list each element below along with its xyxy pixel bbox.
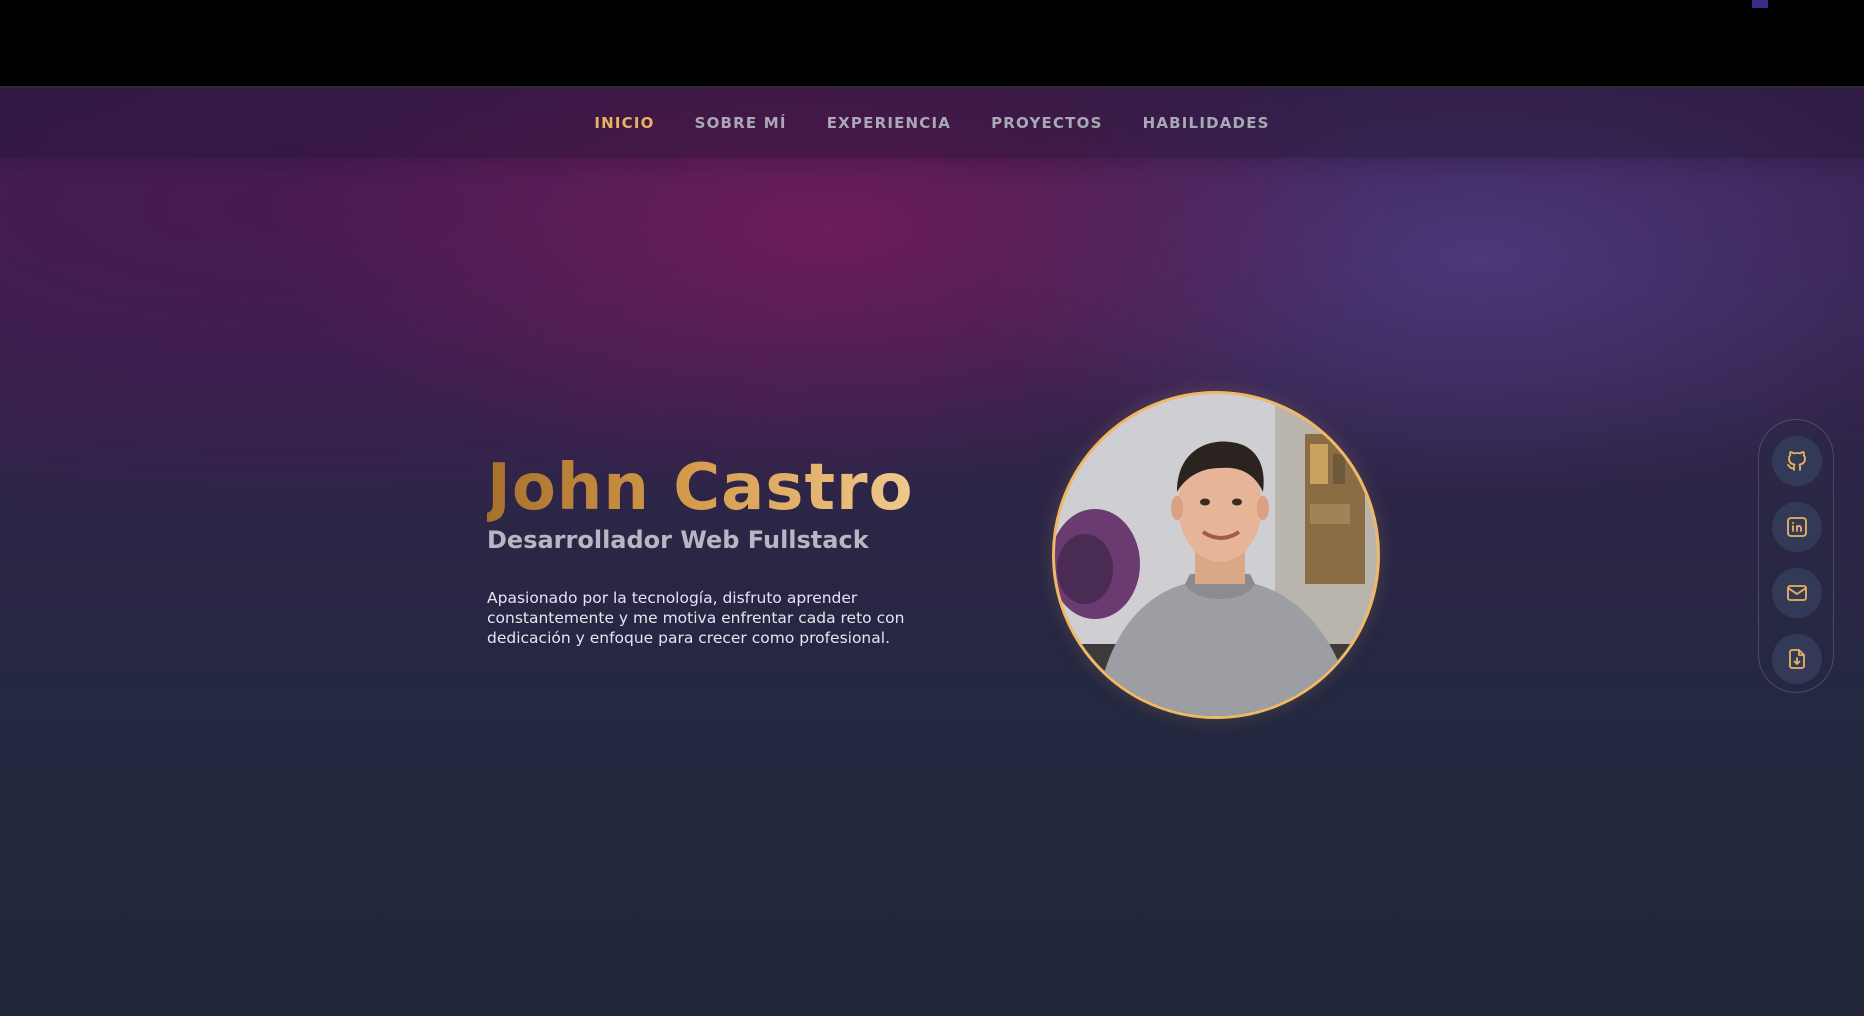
hero-bio: Apasionado por la tecnología, disfruto a… — [487, 589, 905, 647]
linkedin-icon — [1787, 517, 1807, 537]
social-links-rail — [1758, 419, 1834, 693]
email-button[interactable] — [1772, 568, 1822, 618]
corner-marker — [1752, 0, 1768, 8]
nav-item-experiencia[interactable]: EXPERIENCIA — [827, 114, 951, 132]
hero-name: John Castro — [487, 452, 947, 524]
nav-item-inicio[interactable]: INICIO — [594, 114, 654, 132]
main-navigation: INICIO SOBRE MÍ EXPERIENCIA PROYECTOS HA… — [0, 88, 1864, 158]
linkedin-button[interactable] — [1772, 502, 1822, 552]
github-icon — [1787, 451, 1806, 471]
hero-intro: John Castro Desarrollador Web Fullstack … — [487, 452, 947, 648]
hero-role: Desarrollador Web Fullstack — [487, 526, 869, 554]
top-black-bar — [0, 0, 1864, 88]
nav-item-sobre-mi[interactable]: SOBRE MÍ — [695, 114, 787, 132]
profile-photo-illustration — [1055, 394, 1377, 716]
nav-item-habilidades[interactable]: HABILIDADES — [1143, 114, 1270, 132]
profile-photo — [1052, 391, 1380, 719]
download-cv-button[interactable] — [1772, 634, 1822, 684]
file-download-icon — [1789, 649, 1805, 669]
nav-item-proyectos[interactable]: PROYECTOS — [991, 114, 1102, 132]
mail-icon — [1787, 585, 1807, 601]
github-button[interactable] — [1772, 436, 1822, 486]
